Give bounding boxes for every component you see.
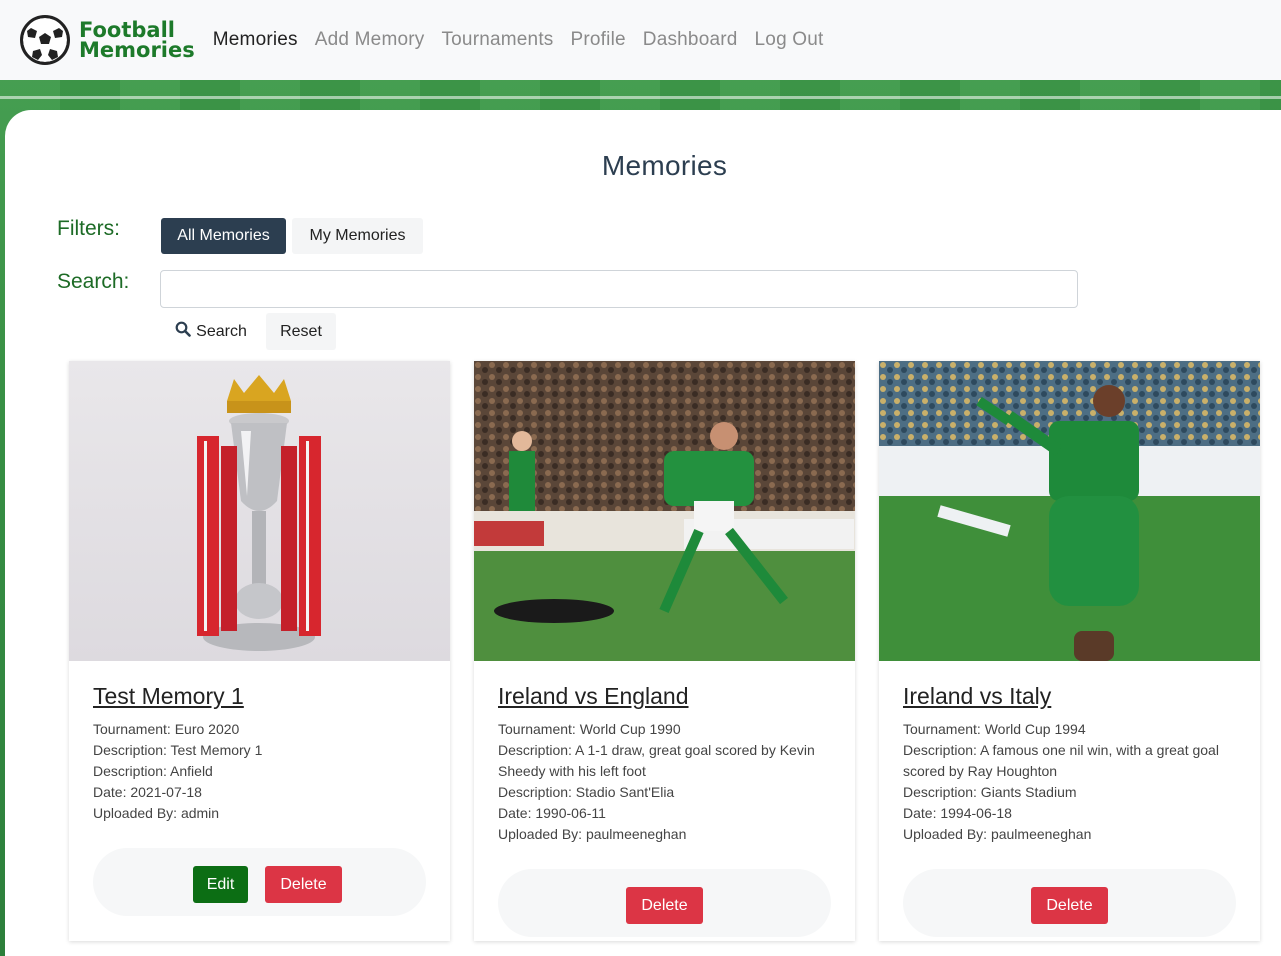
reset-button[interactable]: Reset	[266, 313, 336, 350]
nav-links: Memories Add Memory Tournaments Profile …	[213, 29, 841, 51]
edit-button[interactable]: Edit	[193, 866, 248, 903]
memory-description: Description: A famous one nil win, with …	[903, 742, 1219, 779]
memory-details: Tournament: World Cup 1990 Description: …	[498, 719, 818, 845]
memory-date: Date: 1994-06-18	[903, 805, 1012, 821]
memory-date: Date: 1990-06-11	[498, 805, 606, 821]
memory-venue: Description: Giants Stadium	[903, 784, 1077, 800]
memory-uploader: Uploaded By: admin	[93, 805, 220, 821]
brand-logo[interactable]: Football Memories	[20, 15, 195, 65]
search-label: Search:	[57, 270, 130, 293]
card-actions: Edit Delete	[93, 848, 426, 916]
memory-uploader: Uploaded By: paulmeeneghan	[498, 826, 687, 842]
memory-title-link[interactable]: Ireland vs Italy	[903, 683, 1051, 710]
search-input[interactable]	[160, 270, 1078, 308]
memory-date: Date: 2021-07-18	[93, 784, 202, 800]
nav-profile[interactable]: Profile	[571, 29, 626, 51]
memory-details: Tournament: Euro 2020 Description: Test …	[93, 719, 413, 824]
card-actions: Delete	[903, 869, 1236, 937]
brand-name: Football Memories	[79, 18, 195, 62]
search-icon	[175, 321, 191, 342]
nav-memories[interactable]: Memories	[213, 29, 298, 51]
pitch-line	[0, 96, 1281, 99]
memory-card: Test Memory 1 Tournament: Euro 2020 Desc…	[69, 361, 450, 941]
memory-description: Description: A 1-1 draw, great goal scor…	[498, 742, 815, 779]
football-icon	[20, 15, 70, 65]
search-button[interactable]: Search	[160, 313, 262, 350]
page-title: Memories	[601, 150, 728, 181]
nav-add-memory[interactable]: Add Memory	[315, 29, 425, 51]
filters-label: Filters:	[57, 217, 120, 240]
memory-title-link[interactable]: Ireland vs England	[498, 683, 689, 710]
brand-line-1: Football	[79, 18, 175, 42]
card-actions: Delete	[498, 869, 831, 937]
memory-image-trophy[interactable]	[69, 361, 450, 661]
memory-image-ireland-england[interactable]	[474, 361, 855, 661]
delete-button[interactable]: Delete	[265, 866, 342, 903]
navbar: Football Memories Memories Add Memory To…	[0, 0, 1281, 80]
memory-venue: Description: Stadio Sant'Elia	[498, 784, 675, 800]
my-memories-button[interactable]: My Memories	[292, 218, 423, 254]
nav-tournaments[interactable]: Tournaments	[441, 29, 553, 51]
memory-details: Tournament: World Cup 1994 Description: …	[903, 719, 1223, 845]
memory-card: Ireland vs Italy Tournament: World Cup 1…	[879, 361, 1260, 941]
memory-tournament: Tournament: Euro 2020	[93, 721, 240, 737]
memory-image-ireland-italy[interactable]	[879, 361, 1260, 661]
nav-dashboard[interactable]: Dashboard	[643, 29, 738, 51]
memory-uploader: Uploaded By: paulmeeneghan	[903, 826, 1092, 842]
nav-log-out[interactable]: Log Out	[755, 29, 824, 51]
memory-venue: Description: Anfield	[93, 763, 213, 779]
all-memories-button[interactable]: All Memories	[161, 218, 286, 254]
brand-line-2: Memories	[79, 38, 195, 62]
memory-tournament: Tournament: World Cup 1994	[903, 721, 1086, 737]
memory-card: Ireland vs England Tournament: World Cup…	[474, 361, 855, 941]
delete-button[interactable]: Delete	[1031, 887, 1108, 924]
memory-tournament: Tournament: World Cup 1990	[498, 721, 681, 737]
memory-title-link[interactable]: Test Memory 1	[93, 683, 244, 710]
delete-button[interactable]: Delete	[626, 887, 703, 924]
memory-description: Description: Test Memory 1	[93, 742, 263, 758]
search-button-label: Search	[196, 322, 247, 340]
